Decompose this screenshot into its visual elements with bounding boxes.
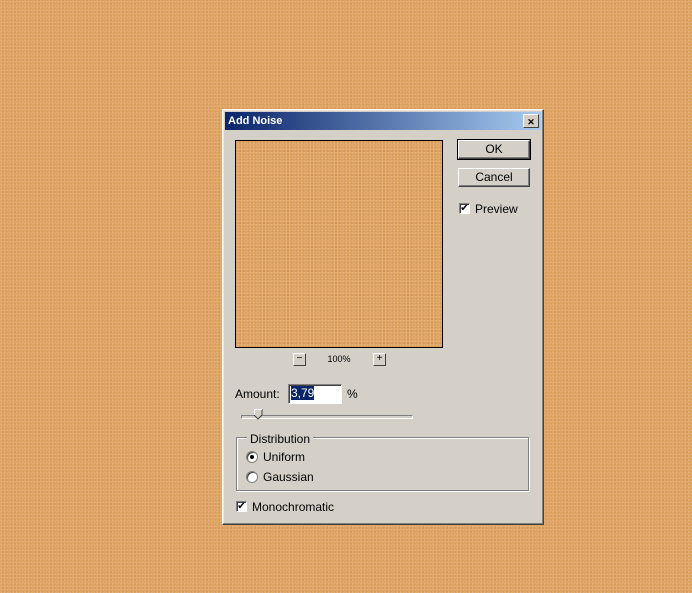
- close-icon: ✕: [527, 117, 535, 127]
- preview-checkbox[interactable]: ✔: [459, 203, 470, 214]
- monochromatic-checkbox[interactable]: ✔: [236, 501, 247, 512]
- amount-slider-thumb[interactable]: [254, 409, 263, 420]
- amount-unit: %: [347, 387, 358, 401]
- radio-uniform[interactable]: [246, 451, 258, 463]
- zoom-level: 100%: [327, 354, 351, 364]
- amount-input[interactable]: 3,79: [288, 384, 342, 404]
- ok-button[interactable]: OK: [457, 139, 531, 160]
- radio-selected-dot: [250, 455, 254, 459]
- distribution-legend: Distribution: [247, 432, 314, 446]
- zoom-out-button[interactable]: −: [293, 353, 306, 366]
- monochromatic-label: Monochromatic: [252, 500, 335, 514]
- close-button[interactable]: ✕: [523, 114, 539, 128]
- amount-label: Amount:: [235, 387, 280, 401]
- add-noise-dialog: Add Noise ✕ − 100% + OK Cancel ✔ Preview…: [222, 109, 544, 525]
- amount-value: 3,79: [291, 386, 315, 400]
- option-uniform-label: Uniform: [263, 450, 306, 464]
- desktop-background: { "dialog": { "title": "Add Noise", "clo…: [0, 0, 692, 593]
- checkmark-icon: ✔: [460, 203, 469, 214]
- zoom-in-button[interactable]: +: [373, 353, 386, 366]
- cancel-button[interactable]: Cancel: [458, 168, 530, 187]
- option-gaussian-label: Gaussian: [263, 470, 314, 484]
- preview-canvas[interactable]: [235, 140, 443, 348]
- amount-slider-track[interactable]: [241, 415, 413, 419]
- dialog-titlebar[interactable]: Add Noise ✕: [225, 112, 541, 130]
- preview-label: Preview: [475, 202, 518, 216]
- plus-icon: +: [376, 353, 383, 364]
- minus-icon: −: [296, 353, 303, 364]
- dialog-title: Add Noise: [228, 115, 283, 127]
- checkmark-icon: ✔: [237, 501, 246, 512]
- radio-gaussian[interactable]: [246, 471, 258, 483]
